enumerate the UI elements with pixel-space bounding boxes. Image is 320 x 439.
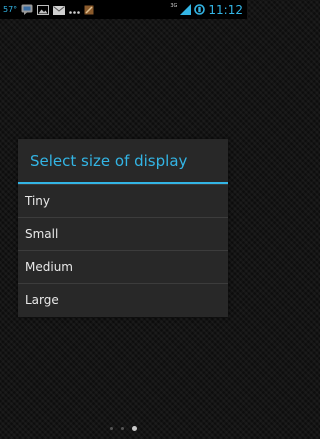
page-indicator (0, 423, 247, 433)
page-dot (110, 426, 113, 430)
option-small[interactable]: Small (18, 217, 228, 250)
status-bar: 57° 3G 11:12 (0, 0, 247, 19)
page-dot-active (132, 425, 137, 431)
dots-icon (69, 0, 80, 19)
gmail-icon (53, 0, 66, 19)
option-tiny[interactable]: Tiny (18, 184, 228, 217)
display-size-dialog: Select size of display Tiny Small Medium… (18, 139, 228, 317)
temperature-text: 57° (3, 4, 18, 14)
page-dot (121, 426, 124, 430)
dialog-title: Select size of display (30, 151, 188, 170)
gallery-icon (37, 0, 50, 19)
option-medium[interactable]: Medium (18, 250, 228, 283)
hangouts-icon (21, 0, 33, 19)
network-type: 3G (170, 2, 178, 9)
battery-icon (194, 0, 206, 19)
option-large[interactable]: Large (18, 283, 228, 316)
signal-icon (180, 0, 192, 19)
tool-icon (84, 0, 94, 19)
clock: 11:12 (208, 2, 243, 17)
